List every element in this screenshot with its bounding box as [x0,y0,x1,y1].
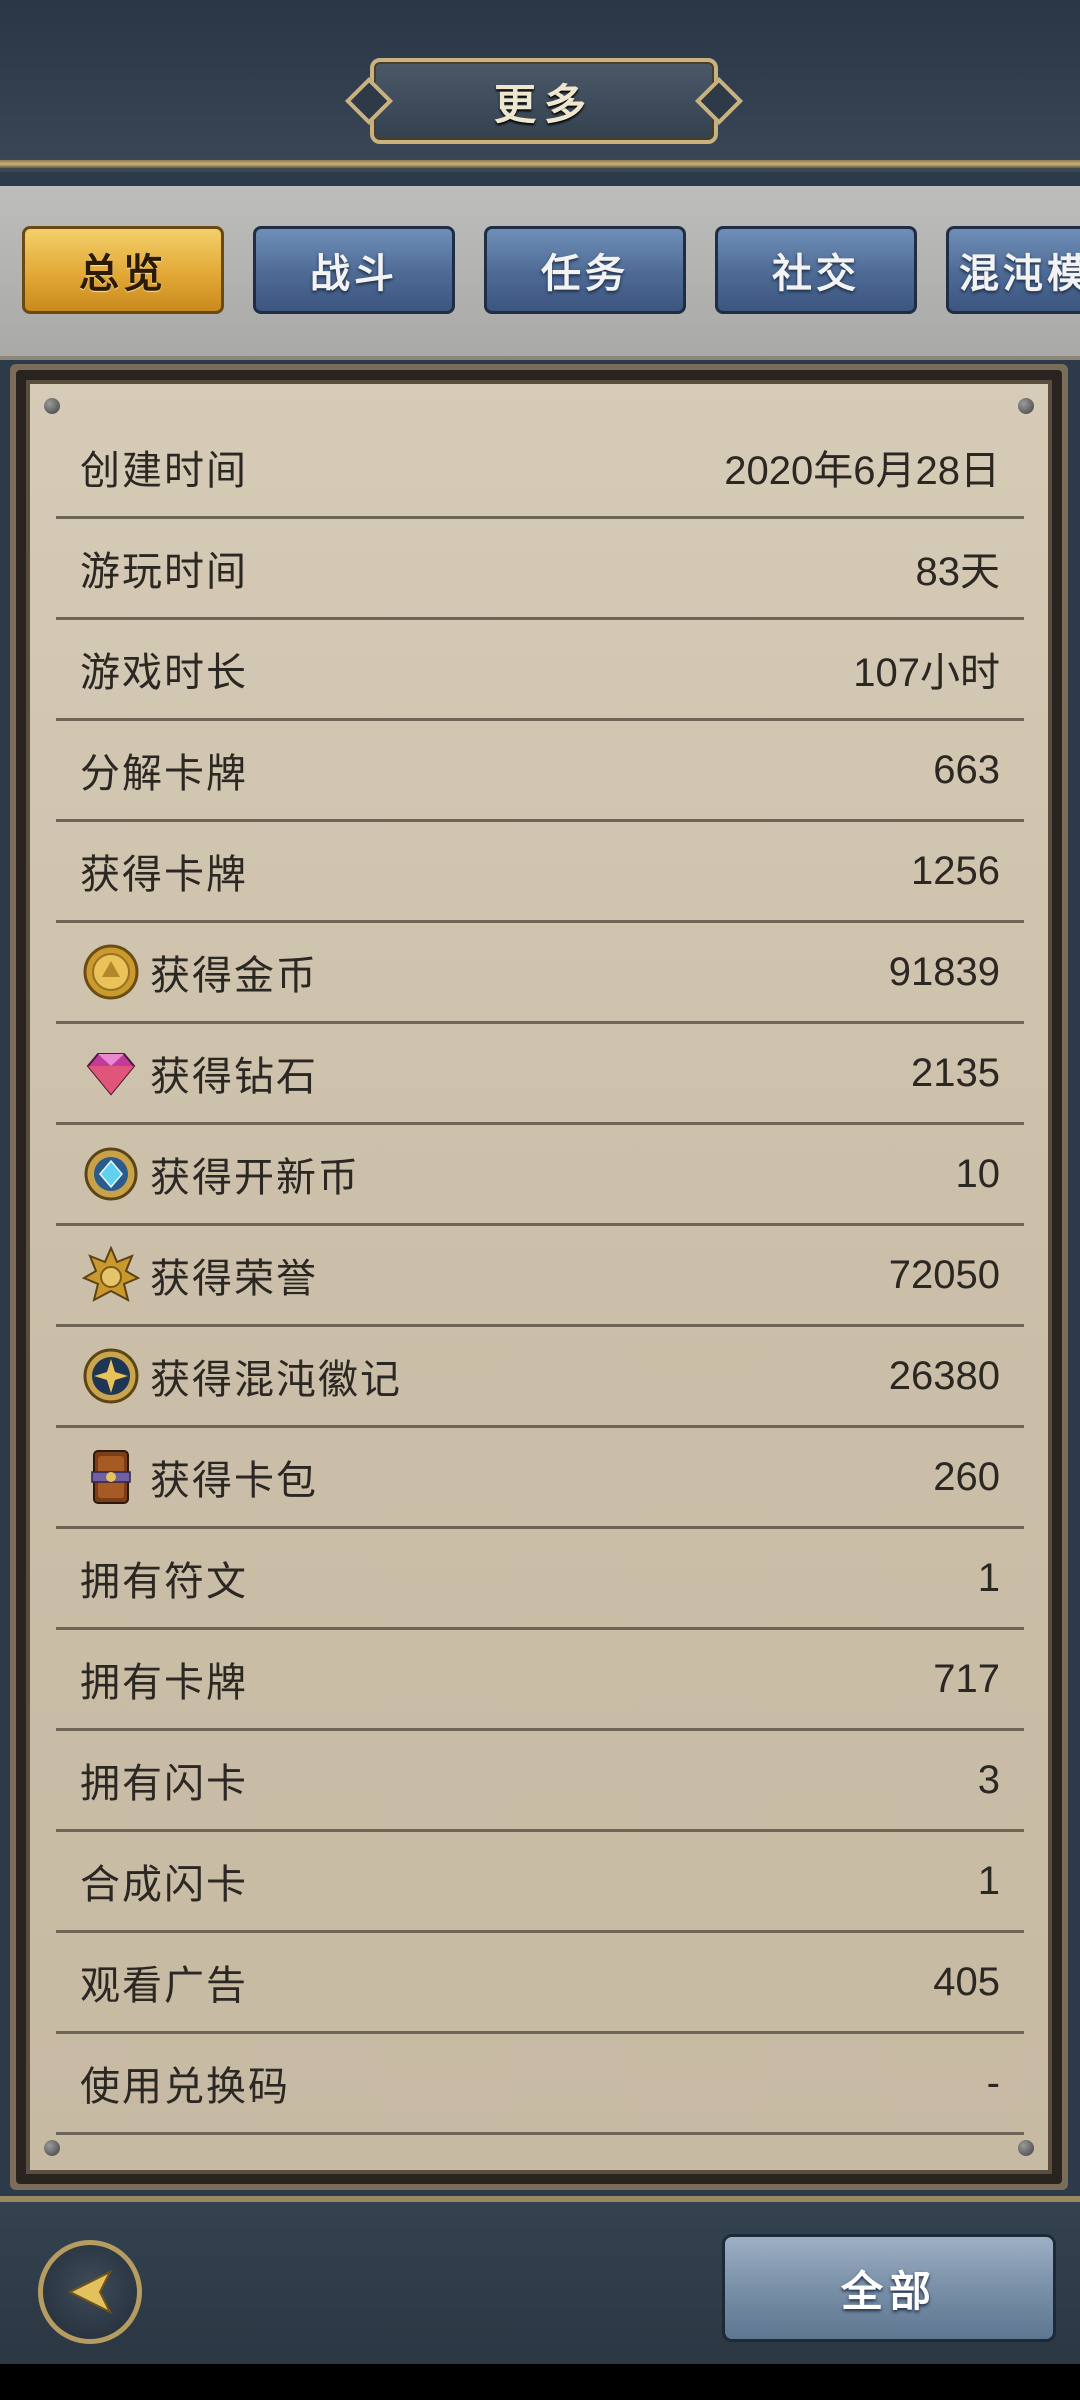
diamond-icon [86,1053,136,1096]
arrow-left-icon [67,2269,113,2315]
stat-value: 2135 [911,1050,1000,1095]
tab-overview[interactable]: 总览 [22,226,224,314]
stat-value: 717 [933,1656,1000,1701]
tab-battle[interactable]: 战斗 [253,226,455,314]
stat-value: 260 [933,1454,1000,1499]
tab-strip: 总览 战斗 任务 社交 混沌模 [0,186,1080,360]
system-nav-bar [0,2364,1080,2400]
stat-value: 2020年6月28日 [724,449,1000,493]
honor-badge-icon [82,1246,140,1302]
gold-coin-icon [83,944,139,1000]
stat-row: 获得开新币 10 [56,1125,1024,1226]
stat-label: 使用兑换码 [80,2064,290,2110]
stat-value: 1 [977,1858,1000,1903]
stat-label: 游戏时长 [80,650,248,696]
stat-value: 1256 [911,848,1000,893]
stat-row: 游戏时长 107小时 [56,620,1024,721]
stat-value: 10 [955,1151,1001,1196]
new-coin-icon [84,1147,138,1201]
stat-row: 拥有闪卡 3 [56,1731,1024,1832]
chaos-emblem-icon [83,1348,139,1404]
stat-label: 创建时间 [80,448,248,494]
stat-label: 合成闪卡 [80,1862,248,1908]
stat-row: 获得钻石 2135 [56,1024,1024,1125]
stat-row: 使用兑换码 - [56,2034,1024,2135]
tab-chaos-mode[interactable]: 混沌模 [946,226,1080,314]
tab-missions[interactable]: 任务 [484,226,686,314]
stat-row: 拥有符文 1 [56,1529,1024,1630]
page-title: 更多 [493,79,594,129]
stat-row: 拥有卡牌 717 [56,1630,1024,1731]
stat-label: 游玩时间 [80,549,248,595]
stat-label: 拥有闪卡 [80,1761,248,1807]
stat-value: 3 [977,1757,1000,1802]
stat-label: 获得荣誉 [150,1256,318,1302]
stat-label: 获得卡牌 [80,852,248,898]
rivet-icon [1018,398,1034,414]
stat-label: 分解卡牌 [80,751,248,797]
stat-row: 获得荣誉 72050 [56,1226,1024,1327]
stat-value: 72050 [888,1252,1000,1297]
stat-label: 获得钻石 [150,1054,318,1100]
stat-label: 获得金币 [150,953,318,999]
stat-label: 观看广告 [80,1963,248,2009]
stat-row: 游玩时间 83天 [56,519,1024,620]
stat-row: 合成闪卡 1 [56,1832,1024,1933]
stat-value: - [986,2060,1000,2105]
stat-value: 663 [933,747,1000,792]
stat-row: 观看广告 405 [56,1933,1024,2034]
stat-label: 获得卡包 [150,1458,318,1504]
stat-row: 获得混沌徽记 26380 [56,1327,1024,1428]
tab-social[interactable]: 社交 [715,226,917,314]
stat-value: 91839 [888,949,1000,994]
stat-label: 拥有符文 [80,1559,248,1605]
rivet-icon [44,2140,60,2156]
stat-value: 26380 [888,1353,1000,1398]
stats-list: 创建时间 2020年6月28日 游玩时间 83天 游戏时长 107小时 分解卡牌… [56,418,1024,2135]
back-button[interactable] [38,2240,142,2344]
stat-row: 创建时间 2020年6月28日 [56,418,1024,519]
stat-value: 1 [977,1555,1000,1600]
card-pack-icon [91,1450,131,1504]
stat-row: 分解卡牌 663 [56,721,1024,822]
stat-label: 获得混沌徽记 [150,1357,402,1403]
stat-row: 获得卡包 260 [56,1428,1024,1529]
rivet-icon [44,398,60,414]
stat-value: 405 [933,1959,1000,2004]
stat-label: 获得开新币 [150,1155,360,1201]
stat-value: 83天 [915,550,1001,594]
rivet-icon [1018,2140,1034,2156]
stat-label: 拥有卡牌 [80,1660,248,1706]
stat-row: 获得金币 91839 [56,923,1024,1024]
stat-row: 获得卡牌 1256 [56,822,1024,923]
all-button[interactable]: 全部 [722,2234,1056,2342]
stat-value: 107小时 [853,651,1000,695]
header-divider [0,160,1080,168]
title-plate: 更多 [370,58,718,144]
